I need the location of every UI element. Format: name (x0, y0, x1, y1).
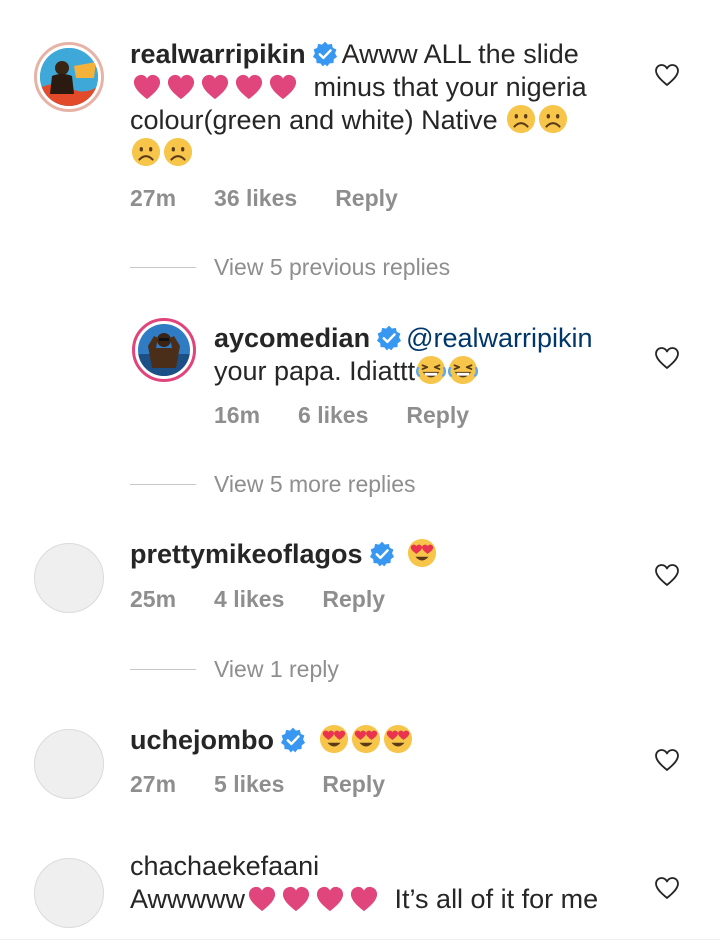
comment-body: prettymikeoflagos (130, 538, 438, 571)
comment-meta: 16m 6 likes Reply (214, 402, 507, 429)
mention-link[interactable]: @realwarripikin (406, 323, 592, 353)
verified-badge-icon (376, 325, 402, 351)
view-one-reply[interactable]: View 1 reply (130, 656, 339, 683)
comment-body: uchejombo (130, 724, 414, 757)
reply-button[interactable]: Reply (335, 185, 398, 211)
heart-emoji-icon (132, 73, 162, 101)
heart-emoji-icon (200, 73, 230, 101)
grinning-squinting-face-icon (416, 355, 446, 385)
heart-emoji-icon (166, 73, 196, 101)
reply-button[interactable]: Reply (322, 586, 385, 612)
reply-button[interactable]: Reply (322, 771, 385, 797)
heart-eyes-face-icon (351, 724, 381, 754)
timestamp: 16m (214, 402, 261, 428)
divider-line (130, 669, 196, 670)
avatar[interactable] (132, 318, 196, 382)
heart-eyes-face-icon (383, 724, 413, 754)
heart-eyes-face-icon (319, 724, 349, 754)
likes-count[interactable]: 36 likes (214, 185, 297, 211)
username[interactable]: uchejombo (130, 725, 274, 755)
like-heart-icon[interactable] (654, 876, 680, 900)
avatar[interactable] (34, 42, 104, 112)
heart-eyes-face-icon (407, 538, 437, 568)
comment-body: aycomedian @realwarripikin your papa. Idi… (214, 322, 634, 388)
likes-count[interactable]: 4 likes (214, 586, 284, 612)
reply-button[interactable]: Reply (406, 402, 469, 428)
avatar[interactable] (34, 858, 104, 928)
view-replies-label: View 1 reply (214, 656, 339, 682)
comment-meta: 27m 5 likes Reply (130, 771, 423, 798)
like-heart-icon[interactable] (654, 63, 680, 87)
username[interactable]: prettymikeoflagos (130, 539, 363, 569)
divider-line (130, 267, 196, 268)
comment-body: chachaekefaani Awwwww It’s all of it for… (130, 850, 630, 916)
like-heart-icon[interactable] (654, 563, 680, 587)
frowning-face-icon (131, 137, 161, 167)
verified-badge-icon (369, 541, 395, 567)
heart-emoji-icon (247, 885, 277, 913)
heart-emoji-icon (268, 73, 298, 101)
grinning-squinting-face-icon (448, 355, 478, 385)
heart-emoji-icon (349, 885, 379, 913)
bottom-divider (0, 939, 720, 940)
timestamp: 27m (130, 771, 177, 797)
like-heart-icon[interactable] (654, 346, 680, 370)
likes-count[interactable]: 5 likes (214, 771, 284, 797)
avatar[interactable] (34, 543, 104, 613)
comment-text: colour(green and white) Native (130, 105, 498, 135)
view-previous-replies[interactable]: View 5 previous replies (130, 254, 450, 281)
comment-meta: 27m 36 likes Reply (130, 185, 436, 212)
verified-badge-icon (280, 727, 306, 753)
verified-badge-icon (312, 41, 338, 67)
likes-count[interactable]: 6 likes (298, 402, 368, 428)
view-replies-label: View 5 more replies (214, 471, 416, 497)
comment-text: Awww ALL the slide (341, 39, 579, 69)
username[interactable]: chachaekefaani (130, 851, 319, 881)
comment-text: It’s all of it for me (394, 884, 599, 914)
comment-text: Awwwww (130, 884, 246, 914)
username[interactable]: realwarripikin (130, 39, 306, 69)
heart-emoji-icon (281, 885, 311, 913)
view-replies-label: View 5 previous replies (214, 254, 451, 280)
frowning-face-icon (538, 104, 568, 134)
comment-body: realwarripikin Awww ALL the slide minus t… (130, 38, 620, 170)
comment-meta: 25m 4 likes Reply (130, 586, 423, 613)
frowning-face-icon (506, 104, 536, 134)
like-heart-icon[interactable] (654, 748, 680, 772)
heart-emoji-icon (234, 73, 264, 101)
frowning-face-icon (163, 137, 193, 167)
username[interactable]: aycomedian (214, 323, 370, 353)
view-more-replies[interactable]: View 5 more replies (130, 471, 416, 498)
comment-text: minus that your nigeria (313, 72, 587, 102)
heart-emoji-icon (315, 885, 345, 913)
timestamp: 25m (130, 586, 177, 612)
divider-line (130, 484, 196, 485)
avatar[interactable] (34, 729, 104, 799)
comment-text: your papa. Idiattt (214, 356, 416, 386)
timestamp: 27m (130, 185, 177, 211)
